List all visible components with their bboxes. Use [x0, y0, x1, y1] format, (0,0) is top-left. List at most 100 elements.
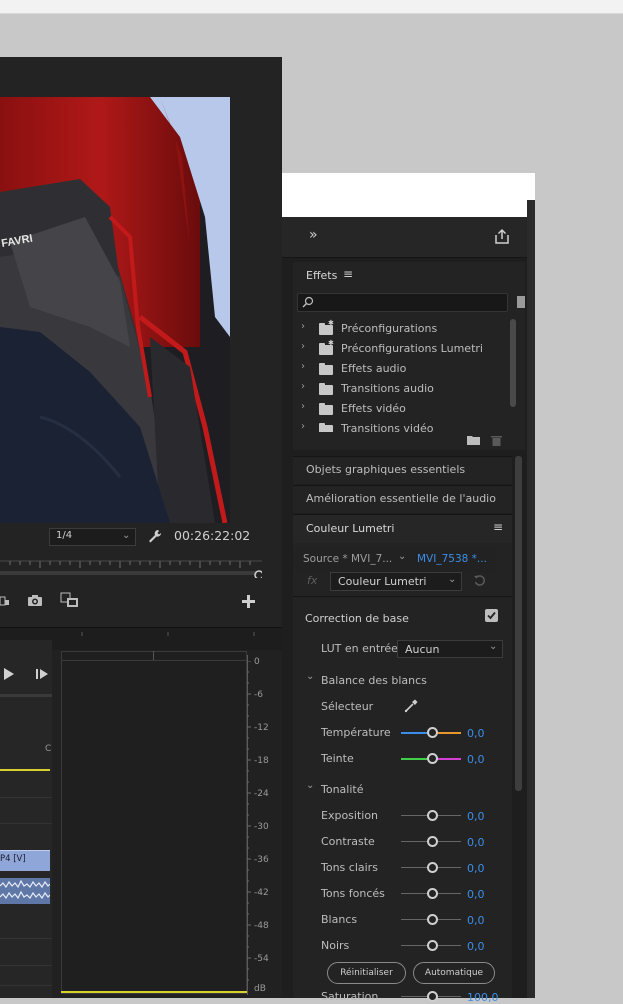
effects-scrollbar[interactable] [510, 319, 516, 407]
whites-label: Blancs [321, 913, 358, 926]
whites-slider-knob[interactable] [427, 914, 438, 925]
reset-button[interactable]: Réinitialiser [327, 962, 406, 984]
contrast-value[interactable]: 0,0 [467, 836, 485, 849]
list-item[interactable]: › Effets audio [297, 359, 507, 378]
exposure-slider-knob[interactable] [427, 810, 438, 821]
right-edge-scrollbar[interactable] [527, 200, 535, 998]
shadows-value[interactable]: 0,0 [467, 888, 485, 901]
exposure-slider[interactable] [400, 809, 462, 823]
list-item[interactable]: › Effets vidéo [297, 399, 507, 418]
chevron-right-icon: › [301, 401, 305, 412]
temperature-value[interactable]: 0,0 [467, 727, 485, 740]
play-icon[interactable] [3, 667, 15, 681]
audio-clip[interactable] [0, 878, 51, 904]
whites-slider[interactable] [400, 913, 462, 927]
blacks-value[interactable]: 0,0 [467, 940, 485, 953]
effects-search-input[interactable] [297, 293, 508, 312]
folder-icon [319, 403, 333, 415]
add-button-icon[interactable] [242, 595, 255, 608]
blacks-slider[interactable] [400, 939, 462, 953]
effects-tab[interactable]: Effets [306, 269, 337, 282]
source-clip-row: Source * MVI_7... ⌄ MVI_7538 *... [293, 546, 497, 572]
auto-button[interactable]: Automatique [413, 962, 495, 984]
basic-correction-checkbox[interactable] [485, 609, 498, 622]
export-frame-left-icon[interactable] [0, 594, 10, 608]
video-clip[interactable]: P4 [V] [0, 850, 50, 871]
panel-essential-sound[interactable]: Amélioration essentielle de l'audio [293, 485, 512, 513]
db-label-36: -36 [254, 855, 269, 865]
video-clip-label: P4 [V] [0, 854, 26, 864]
expand-panels-icon[interactable]: » [309, 227, 318, 243]
list-item[interactable]: › Transitions vidéo [297, 419, 507, 432]
tint-value[interactable]: 0,0 [467, 753, 485, 766]
lumetri-header-line [293, 596, 512, 597]
hamburger-menu-icon[interactable]: ≡ [343, 267, 353, 281]
resolution-select[interactable]: 1/4 ⌄ [49, 528, 136, 546]
db-label-6: -6 [254, 690, 263, 700]
saturation-slider[interactable] [400, 990, 462, 1004]
lut-label: LUT en entrée [321, 642, 398, 655]
contrast-slider[interactable] [400, 835, 462, 849]
list-item[interactable]: › ✱ Préconfigurations [297, 319, 507, 338]
source-label[interactable]: Source * MVI_7... [303, 553, 392, 565]
lut-select[interactable]: Aucun ⌄ [397, 640, 503, 658]
highlights-slider[interactable] [400, 861, 462, 875]
chevron-down-icon: ⌄ [489, 641, 498, 652]
shadows-slider[interactable] [400, 887, 462, 901]
chevron-down-icon[interactable]: ⌄ [306, 780, 314, 791]
trash-icon[interactable] [491, 434, 502, 446]
db-label-12: -12 [254, 723, 269, 733]
chevron-down-icon: ⌄ [448, 574, 457, 585]
transport-bar [0, 694, 52, 697]
camera-icon[interactable] [27, 594, 43, 608]
in-out-bar [0, 769, 50, 771]
white-bar [282, 173, 535, 217]
time-ruler[interactable] [0, 556, 264, 580]
workspace-bar: » [282, 217, 527, 258]
video-frame: FAVRI [0, 97, 230, 523]
tint-slider-knob[interactable] [427, 753, 438, 764]
reset-effect-icon[interactable] [473, 574, 486, 587]
effect-select[interactable]: Couleur Lumetri ⌄ [330, 572, 462, 591]
blacks-label: Noirs [321, 939, 350, 952]
tone-heading[interactable]: Tonalité [321, 783, 364, 796]
chevron-down-icon[interactable]: ⌄ [398, 551, 406, 562]
white-balance-heading[interactable]: Balance des blancs [321, 674, 427, 687]
right-panel-scrollbar[interactable] [515, 456, 522, 791]
audio-meter-top-line [61, 660, 247, 661]
search-icon [302, 296, 314, 308]
eyedropper-icon[interactable] [403, 698, 419, 714]
clip-label[interactable]: MVI_7538 *... [417, 553, 487, 565]
list-item-label: Transitions vidéo [341, 422, 434, 432]
highlights-value[interactable]: 0,0 [467, 862, 485, 875]
highlights-slider-knob[interactable] [427, 862, 438, 873]
hamburger-menu-icon[interactable]: ≡ [493, 520, 503, 534]
new-bin-side-icon[interactable] [517, 296, 525, 308]
effects-list: › ✱ Préconfigurations › ✱ Préconfigurati… [297, 317, 509, 432]
tint-slider[interactable] [400, 752, 462, 766]
panel-essential-graphics[interactable]: Objets graphiques essentiels [293, 456, 512, 484]
share-icon[interactable] [494, 228, 510, 244]
new-bin-icon[interactable] [467, 435, 480, 445]
saturation-slider-knob[interactable] [427, 991, 438, 1002]
temperature-slider-knob[interactable] [427, 727, 438, 738]
list-item-label: Effets audio [341, 362, 407, 375]
step-forward-icon[interactable] [36, 668, 50, 680]
exposure-value[interactable]: 0,0 [467, 810, 485, 823]
list-item[interactable]: › ✱ Préconfigurations Lumetri [297, 339, 507, 358]
whites-value[interactable]: 0,0 [467, 914, 485, 927]
wrench-icon[interactable] [147, 528, 163, 544]
contrast-slider-knob[interactable] [427, 836, 438, 847]
chevron-right-icon: › [301, 361, 305, 372]
video-image: FAVRI [0, 97, 230, 523]
comparison-view-icon[interactable] [60, 592, 80, 608]
list-item[interactable]: › Transitions audio [297, 379, 507, 398]
temperature-slider[interactable] [400, 726, 462, 740]
chevron-down-icon[interactable]: ⌄ [306, 671, 314, 682]
blacks-slider-knob[interactable] [427, 940, 438, 951]
db-label-24: -24 [254, 789, 269, 799]
section-basic-correction[interactable]: Correction de base [305, 612, 409, 625]
panel-lumetri-color[interactable]: Couleur Lumetri ≡ [293, 514, 512, 543]
db-label-48: -48 [254, 921, 269, 931]
shadows-slider-knob[interactable] [427, 888, 438, 899]
